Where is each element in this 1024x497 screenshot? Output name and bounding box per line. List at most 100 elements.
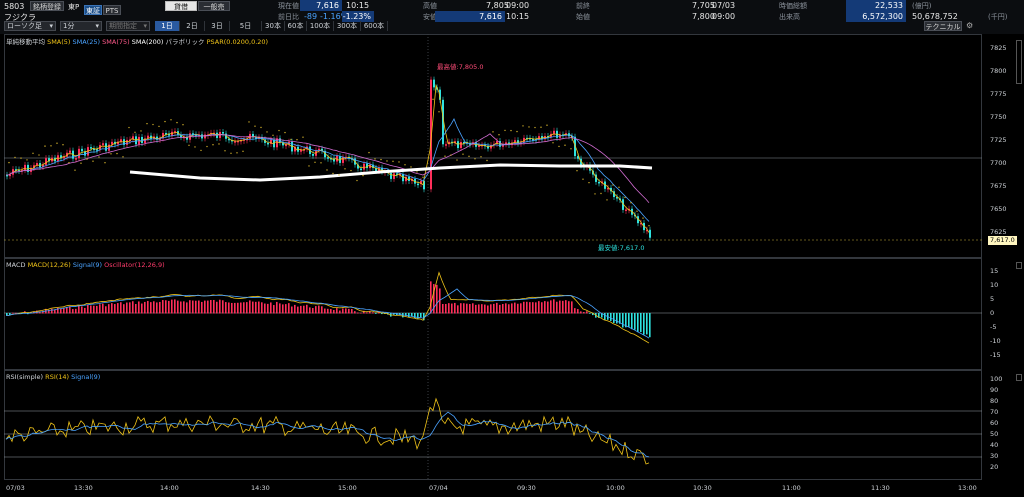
macd-histogram-bar xyxy=(249,300,251,314)
macd-histogram-bar xyxy=(342,308,344,314)
candle-body xyxy=(445,144,447,146)
macd-histogram-bar xyxy=(610,313,612,321)
psar-dot xyxy=(606,199,608,201)
psar-dot xyxy=(516,130,518,133)
psar-dot xyxy=(152,123,154,126)
macd-histogram-bar xyxy=(276,301,278,314)
macd-histogram-bar xyxy=(547,301,549,314)
macd-histogram-bar xyxy=(514,302,516,314)
macd-histogram-bar xyxy=(589,313,591,314)
macd-histogram-bar xyxy=(318,305,320,314)
psar-dot xyxy=(450,154,452,156)
psar-dot xyxy=(50,145,52,147)
macd-histogram-bar xyxy=(165,300,167,314)
candle-body xyxy=(342,157,344,163)
macd-histogram-bar xyxy=(448,303,450,314)
candle-body xyxy=(553,130,555,134)
psar-dot xyxy=(44,145,46,147)
macd-histogram-bar xyxy=(153,301,155,314)
psar-dot xyxy=(176,121,178,124)
macd-histogram-bar xyxy=(339,310,341,314)
candle-body xyxy=(363,163,365,170)
psar-dot xyxy=(164,120,166,123)
chart-canvas[interactable] xyxy=(0,0,1024,497)
macd-histogram-bar xyxy=(270,302,272,314)
macd-histogram-bar xyxy=(51,308,53,314)
macd-histogram-bar xyxy=(285,304,287,314)
macd-histogram-bar xyxy=(463,303,465,314)
macd-histogram-bar xyxy=(472,303,474,314)
psar-dot xyxy=(134,131,136,133)
psar-dot xyxy=(474,158,476,160)
psar-dot xyxy=(32,152,34,154)
psar-dot xyxy=(410,166,412,168)
macd-histogram-bar xyxy=(493,303,495,314)
macd-histogram-bar xyxy=(574,308,576,314)
macd-histogram-bar xyxy=(69,306,71,314)
psar-dot xyxy=(624,196,626,199)
macd-histogram-bar xyxy=(60,308,62,314)
psar-dot xyxy=(38,154,40,156)
macd-histogram-bar xyxy=(643,313,645,335)
candle-body xyxy=(285,144,287,147)
psar-dot xyxy=(368,151,370,154)
macd-histogram-bar xyxy=(351,308,353,314)
macd-histogram-bar xyxy=(195,300,197,314)
psar-dot xyxy=(158,125,160,128)
psar-dot xyxy=(302,136,304,138)
macd-histogram-bar xyxy=(562,300,564,314)
macd-histogram-bar xyxy=(616,313,618,324)
macd-histogram-bar xyxy=(12,312,14,314)
macd-histogram-bar xyxy=(327,308,329,314)
psar-dot xyxy=(110,153,112,155)
macd-histogram-bar xyxy=(186,302,188,314)
macd-histogram-bar xyxy=(258,301,260,314)
psar-dot xyxy=(194,146,196,148)
macd-histogram-bar xyxy=(309,307,311,314)
macd-histogram-bar xyxy=(553,299,555,314)
psar-dot xyxy=(534,126,536,129)
macd-histogram-bar xyxy=(102,303,104,314)
macd-histogram-bar xyxy=(63,308,65,314)
psar-dot xyxy=(356,179,358,182)
macd-histogram-bar xyxy=(442,303,444,314)
candle-body xyxy=(433,79,435,88)
macd-histogram-bar xyxy=(481,304,483,314)
psar-dot xyxy=(230,152,232,154)
macd-histogram-bar xyxy=(631,313,633,330)
macd-histogram-bar xyxy=(150,302,152,314)
sma5-line xyxy=(5,83,650,233)
psar-dot xyxy=(92,160,94,162)
macd-histogram-bar xyxy=(475,304,477,314)
psar-dot xyxy=(648,225,650,227)
macd-histogram-bar xyxy=(330,308,332,314)
macd-histogram-bar xyxy=(108,304,110,314)
macd-histogram-bar xyxy=(315,306,317,314)
candle-body xyxy=(90,147,92,149)
macd-histogram-bar xyxy=(147,300,149,314)
psar-dot xyxy=(362,174,364,177)
macd-histogram-bar xyxy=(300,305,302,314)
macd-histogram-bar xyxy=(568,301,570,314)
psar-dot xyxy=(170,119,172,121)
macd-histogram-bar xyxy=(333,310,335,314)
psar-dot xyxy=(504,129,506,132)
psar-dot xyxy=(74,169,76,171)
macd-histogram-bar xyxy=(571,301,573,314)
macd-histogram-bar xyxy=(288,303,290,314)
candle-body xyxy=(24,164,26,171)
psar-dot xyxy=(98,156,100,158)
macd-histogram-bar xyxy=(204,300,206,314)
macd-histogram-bar xyxy=(54,309,56,314)
psar-dot xyxy=(582,178,584,180)
macd-histogram-bar xyxy=(291,306,293,314)
psar-dot xyxy=(462,153,464,155)
macd-histogram-bar xyxy=(219,299,221,314)
psar-dot xyxy=(558,145,560,148)
macd-histogram-bar xyxy=(177,300,179,314)
macd-histogram-bar xyxy=(408,313,410,318)
psar-dot xyxy=(20,157,22,159)
macd-histogram-bar xyxy=(478,304,480,314)
macd-histogram-bar xyxy=(174,299,176,314)
psar-dot xyxy=(188,144,190,147)
